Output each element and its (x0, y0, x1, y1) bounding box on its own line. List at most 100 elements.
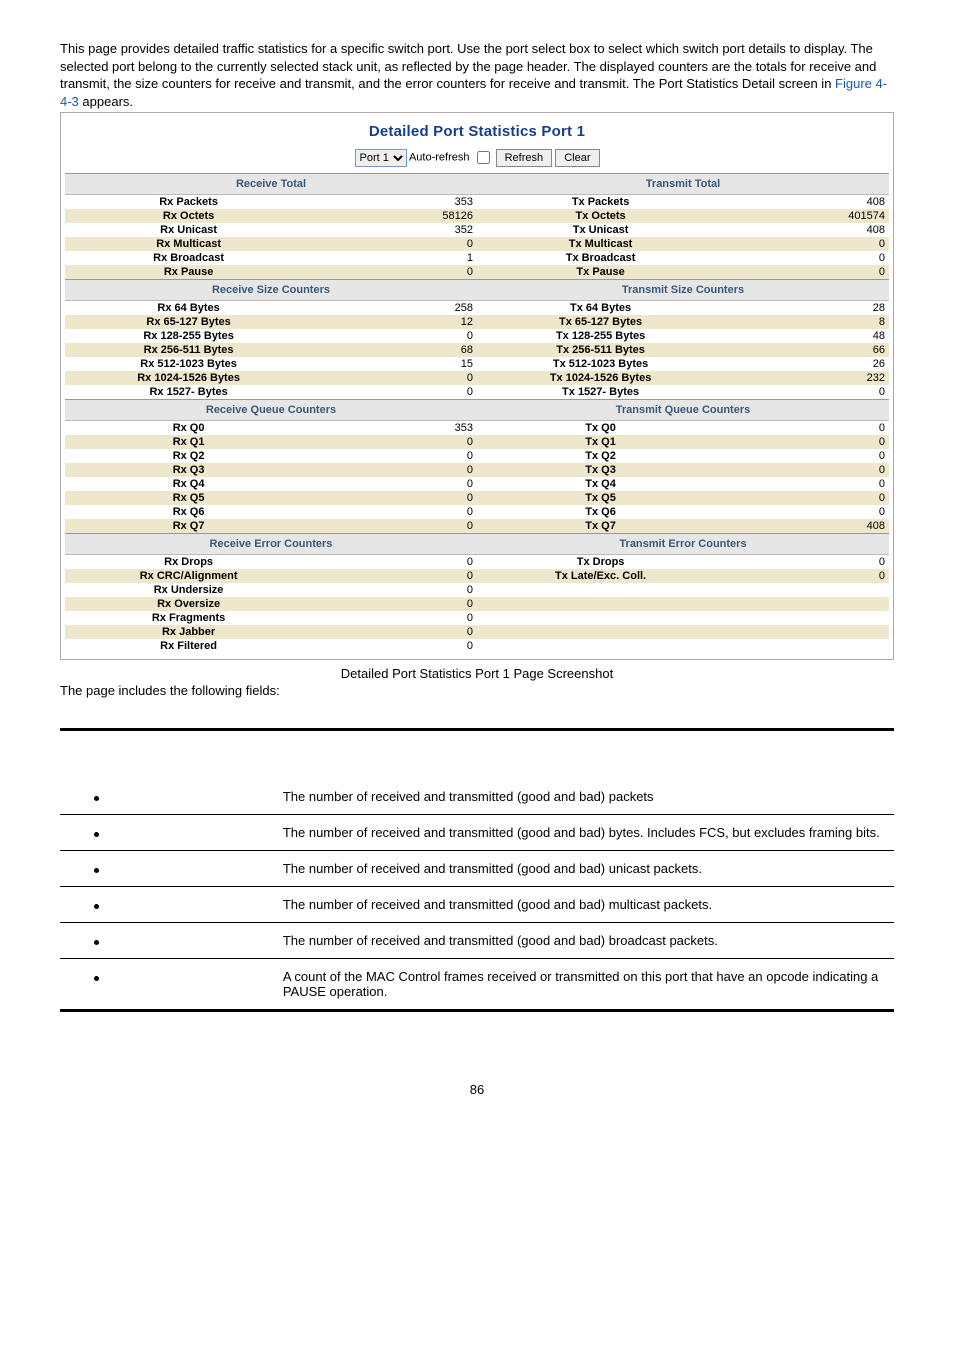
tx-value: 0 (724, 477, 889, 491)
tx-value: 0 (724, 463, 889, 477)
tx-value: 0 (724, 555, 889, 570)
bullet-icon (94, 976, 99, 981)
rx-value: 353 (312, 195, 477, 210)
description-bullet-cell (60, 959, 277, 1011)
tx-label: Tx Q7 (477, 519, 724, 534)
port-select[interactable]: Port 1 (355, 149, 407, 167)
stats-row: Rx Unicast352Tx Unicast408 (65, 223, 889, 237)
tx-value: 0 (724, 251, 889, 265)
stats-row: Rx Packets353Tx Packets408 (65, 195, 889, 210)
refresh-button[interactable]: Refresh (496, 149, 553, 167)
rx-value: 258 (312, 301, 477, 316)
rx-label: Rx Q5 (65, 491, 312, 505)
stats-row: Rx 64 Bytes258Tx 64 Bytes28 (65, 301, 889, 316)
tx-value: 0 (724, 505, 889, 519)
tx-label: Tx Octets (477, 209, 724, 223)
stats-row: Rx Q40Tx Q40 (65, 477, 889, 491)
rx-label: Rx Multicast (65, 237, 312, 251)
stats-row: Rx CRC/Alignment0Tx Late/Exc. Coll.0 (65, 569, 889, 583)
rx-section-header: Receive Size Counters (65, 280, 477, 301)
rx-label: Rx 256-511 Bytes (65, 343, 312, 357)
rx-value: 0 (312, 477, 477, 491)
tx-label: Tx Late/Exc. Coll. (477, 569, 724, 583)
rx-label: Rx Oversize (65, 597, 312, 611)
rx-value: 0 (312, 569, 477, 583)
tx-label: Tx Multicast (477, 237, 724, 251)
stats-row: Rx 1527- Bytes0Tx 1527- Bytes0 (65, 385, 889, 400)
tx-label: Tx Drops (477, 555, 724, 570)
tx-label: Tx Q6 (477, 505, 724, 519)
tx-label: Tx 512-1023 Bytes (477, 357, 724, 371)
tx-label: Tx Q1 (477, 435, 724, 449)
tx-value: 408 (724, 195, 889, 210)
stats-row: Rx Q50Tx Q50 (65, 491, 889, 505)
rx-label: Rx Q3 (65, 463, 312, 477)
stats-row: Rx Q20Tx Q20 (65, 449, 889, 463)
stats-row: Rx 128-255 Bytes0Tx 128-255 Bytes48 (65, 329, 889, 343)
tx-label: Tx Packets (477, 195, 724, 210)
tx-label: Tx 128-255 Bytes (477, 329, 724, 343)
bullet-icon (94, 832, 99, 837)
tx-value (724, 639, 889, 653)
rx-label: Rx Undersize (65, 583, 312, 597)
rx-label: Rx Q0 (65, 421, 312, 436)
bullet-icon (94, 868, 99, 873)
stats-row: Rx Q60Tx Q60 (65, 505, 889, 519)
rx-label: Rx 1527- Bytes (65, 385, 312, 400)
screenshot-panel: Detailed Port Statistics Port 1 Port 1 A… (60, 112, 894, 660)
tx-section-header: Transmit Error Counters (477, 534, 889, 555)
tx-section-header: Transmit Size Counters (477, 280, 889, 301)
rx-label: Rx CRC/Alignment (65, 569, 312, 583)
tx-label (477, 597, 724, 611)
tx-value: 28 (724, 301, 889, 316)
tx-label: Tx Q2 (477, 449, 724, 463)
stats-row: Rx 1024-1526 Bytes0Tx 1024-1526 Bytes232 (65, 371, 889, 385)
autorefresh-checkbox[interactable] (477, 151, 490, 164)
clear-button[interactable]: Clear (555, 149, 599, 167)
section-header-row: Receive TotalTransmit Total (65, 174, 889, 195)
rx-label: Rx Octets (65, 209, 312, 223)
rx-section-header: Receive Queue Counters (65, 400, 477, 421)
description-text: The number of received and transmitted (… (277, 815, 894, 851)
rx-value: 352 (312, 223, 477, 237)
screenshot-title: Detailed Port Statistics Port 1 (65, 117, 889, 148)
stats-row: Rx Filtered0 (65, 639, 889, 653)
rx-label: Rx Q2 (65, 449, 312, 463)
rx-label: Rx Q1 (65, 435, 312, 449)
stats-row: Rx Q30Tx Q30 (65, 463, 889, 477)
rx-value: 0 (312, 449, 477, 463)
stats-row: Rx Jabber0 (65, 625, 889, 639)
tx-label: Tx Unicast (477, 223, 724, 237)
stats-row: Rx Multicast0Tx Multicast0 (65, 237, 889, 251)
description-row: The number of received and transmitted (… (60, 815, 894, 851)
rx-label: Rx Unicast (65, 223, 312, 237)
tx-label: Tx 65-127 Bytes (477, 315, 724, 329)
bullet-icon (94, 904, 99, 909)
description-row: The number of received and transmitted (… (60, 779, 894, 815)
rx-value: 0 (312, 463, 477, 477)
rx-label: Rx 512-1023 Bytes (65, 357, 312, 371)
intro-text-prefix: This page provides detailed traffic stat… (60, 41, 876, 91)
tx-value (724, 625, 889, 639)
section-header-row: Receive Size CountersTransmit Size Count… (65, 280, 889, 301)
tx-value: 66 (724, 343, 889, 357)
rx-label: Rx Q7 (65, 519, 312, 534)
tx-label: Tx Q0 (477, 421, 724, 436)
rx-value: 58126 (312, 209, 477, 223)
stats-row: Rx Undersize0 (65, 583, 889, 597)
rx-value: 0 (312, 385, 477, 400)
fields-lead: The page includes the following fields: (60, 683, 894, 698)
rx-value: 0 (312, 639, 477, 653)
tx-section-header: Transmit Queue Counters (477, 400, 889, 421)
stats-row: Rx 512-1023 Bytes15Tx 512-1023 Bytes26 (65, 357, 889, 371)
description-row: The number of received and transmitted (… (60, 923, 894, 959)
rx-value: 15 (312, 357, 477, 371)
tx-value (724, 597, 889, 611)
tx-value: 0 (724, 265, 889, 280)
tx-value: 408 (724, 519, 889, 534)
tx-value: 8 (724, 315, 889, 329)
stats-row: Rx Pause0Tx Pause0 (65, 265, 889, 280)
tx-value (724, 611, 889, 625)
rx-section-header: Receive Total (65, 174, 477, 195)
rx-value: 68 (312, 343, 477, 357)
